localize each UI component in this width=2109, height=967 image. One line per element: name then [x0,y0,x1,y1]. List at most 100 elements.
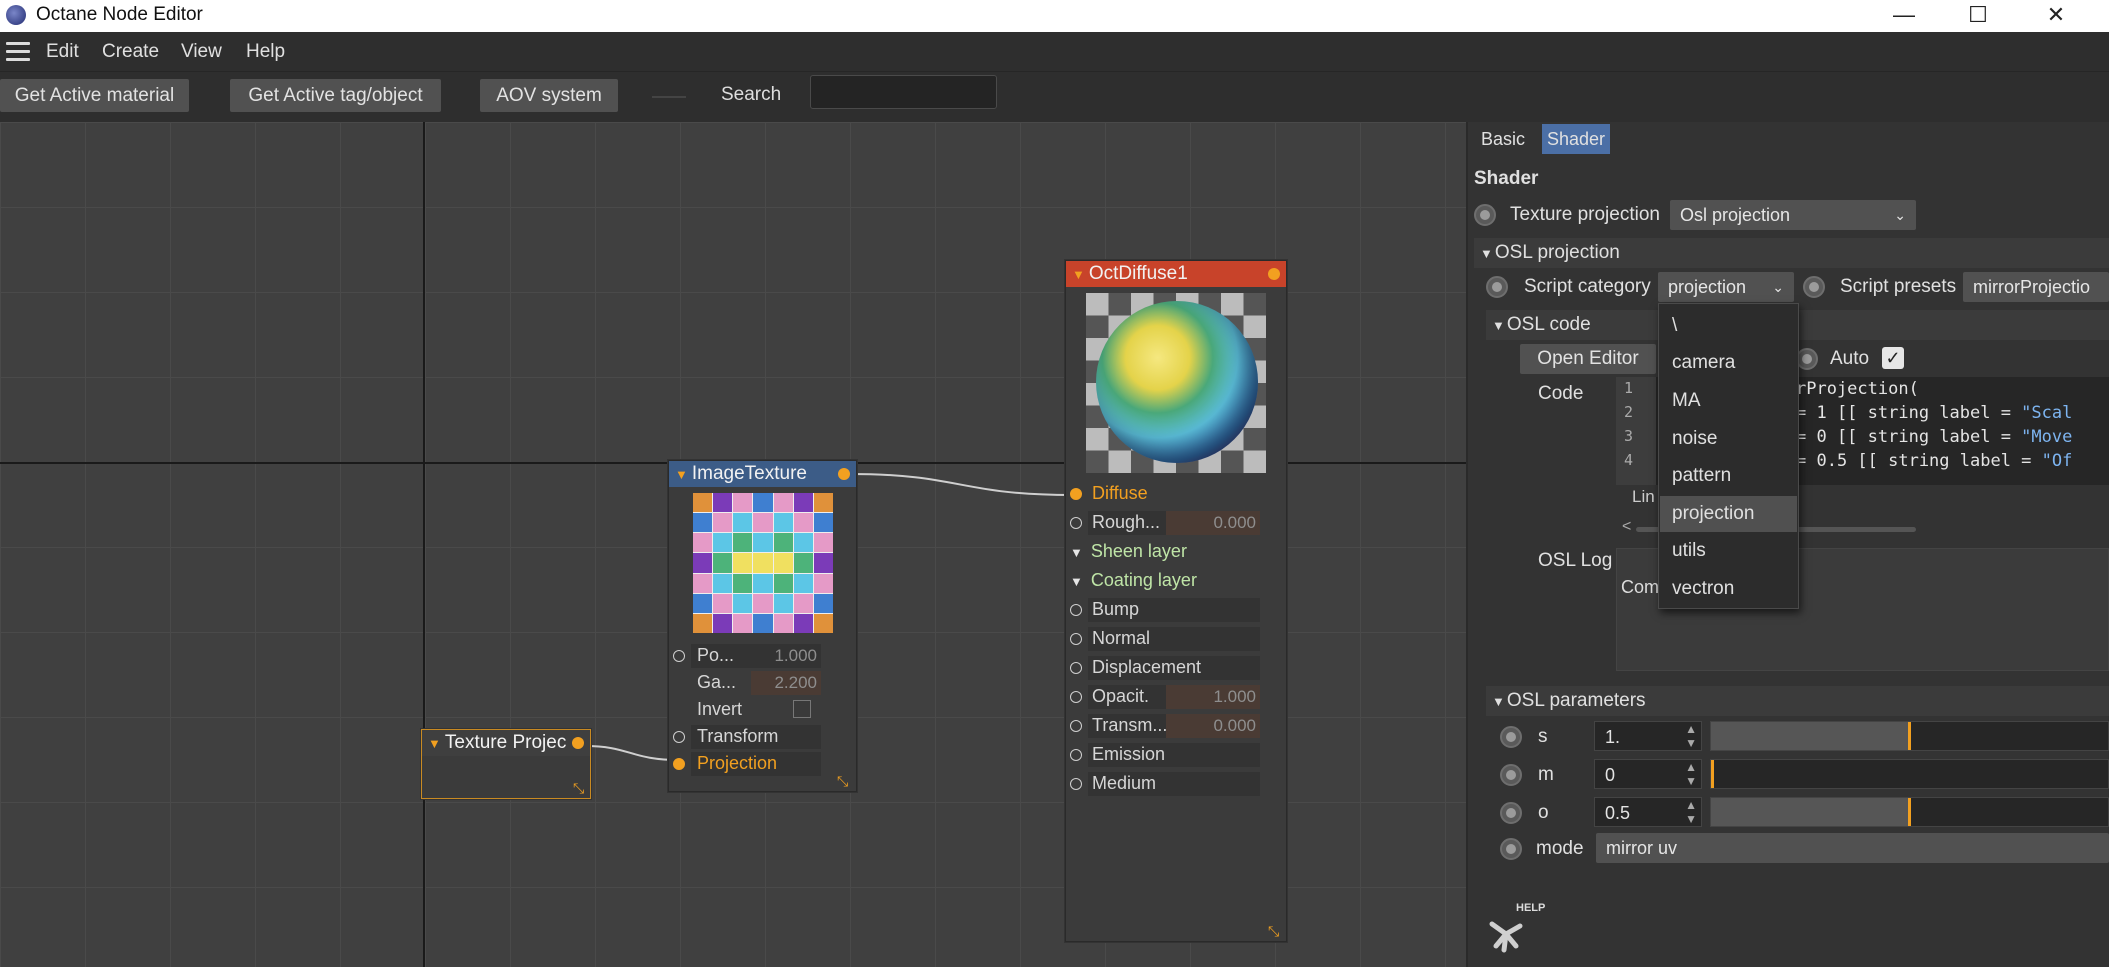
popup-item-ma[interactable]: MA [1660,383,1797,419]
mode-radio[interactable] [1500,838,1522,860]
param-s-slider[interactable] [1710,721,2109,751]
scroll-left-icon[interactable]: < [1622,518,1631,536]
node-resize-icon[interactable]: ⤡ [837,774,851,788]
projection-port[interactable] [673,758,685,770]
collapse-triangle-icon[interactable]: ▼ [1072,267,1085,282]
power-value[interactable]: 1.000 [751,644,821,668]
image-texture-node-title: ImageTexture [691,463,807,484]
osl-projection-section[interactable]: ▼ OSL projection [1474,238,2109,268]
get-active-tag-button[interactable]: Get Active tag/object [230,79,441,112]
osl-parameters-section[interactable]: ▼ OSL parameters [1486,686,2109,716]
tab-basic[interactable]: Basic [1474,124,1532,154]
octdiffuse-output-port[interactable] [1268,268,1280,280]
help-label: HELP [1516,902,1546,914]
node-resize-icon[interactable]: ⤡ [573,781,587,795]
transmission-value[interactable]: 0.000 [1166,714,1260,738]
node-canvas[interactable]: ▼ Texture Projec ⤡ ▼ ImageTexture Po... 1.… [0,122,1466,967]
collapse-triangle-icon[interactable]: ▼ [428,736,441,751]
popup-item-vectron[interactable]: vectron [1660,571,1797,607]
gamma-value[interactable]: 2.200 [751,671,821,695]
get-active-material-button[interactable]: Get Active material [0,79,189,112]
slider-knob[interactable] [1711,760,1714,788]
mode-dropdown[interactable]: mirror uv [1596,833,2109,863]
popup-item-pattern[interactable]: pattern [1660,458,1797,494]
aov-system-button[interactable]: AOV system [480,79,618,112]
node-resize-icon[interactable]: ⤡ [1268,924,1282,938]
displacement-port[interactable] [1070,662,1082,674]
octdiffuse-node[interactable]: ▼ OctDiffuse1 Diffuse Rough... 0.000 ▼ She… [1065,260,1287,942]
menu-create[interactable]: Create [102,41,159,63]
opacity-value[interactable]: 1.000 [1166,685,1260,709]
image-texture-node-header[interactable]: ▼ ImageTexture [669,461,856,487]
power-port[interactable] [673,650,685,662]
texture-projection-dropdown[interactable]: Osl projection ⌄ [1670,200,1916,230]
image-texture-thumbnail [693,493,833,633]
popup-item-projection[interactable]: projection [1660,496,1797,532]
auto-checkbox[interactable]: ✓ [1882,347,1904,369]
collapse-triangle-icon[interactable]: ▼ [675,467,688,482]
script-presets-dropdown[interactable]: mirrorProjectio [1963,272,2109,302]
hamburger-menu-icon[interactable] [6,42,30,62]
preview-sphere [1096,301,1258,463]
help-logo-icon[interactable]: HELP [1482,902,1545,962]
code-line-2: = 1 [[ string label = "Scal [1796,403,2072,423]
param-m-input[interactable]: 0 ▲ ▼ [1594,759,1702,789]
popup-item-utils[interactable]: utils [1660,533,1797,569]
script-category-popup[interactable]: \ camera MA noise pattern projection uti… [1658,303,1799,609]
minimize-button[interactable]: — [1874,0,1934,32]
roughness-value[interactable]: 0.000 [1166,511,1260,535]
spinner-icon[interactable]: ▲ ▼ [1685,798,1697,826]
slider-knob[interactable] [1908,722,1911,750]
open-editor-button[interactable]: Open Editor [1520,344,1656,374]
popup-item-backslash[interactable]: \ [1660,308,1797,344]
param-o-radio[interactable] [1500,802,1522,824]
roughness-port[interactable] [1070,517,1082,529]
diffuse-port[interactable] [1070,488,1082,500]
medium-port[interactable] [1070,778,1082,790]
menu-view[interactable]: View [181,41,222,63]
script-presets-radio[interactable] [1803,276,1825,298]
script-category-radio[interactable] [1486,276,1508,298]
popup-item-noise[interactable]: noise [1660,421,1797,457]
param-o-label: o [1538,802,1549,823]
invert-checkbox[interactable] [793,700,811,718]
emission-port[interactable] [1070,749,1082,761]
param-m-slider[interactable] [1710,759,2109,789]
code-text: = 0.5 [[ string label = [1796,451,2042,471]
script-category-dropdown[interactable]: projection ⌄ [1658,272,1794,302]
line-number: 3 [1624,427,1634,445]
octdiffuse-node-header[interactable]: ▼ OctDiffuse1 [1066,261,1286,287]
invert-pin-label: Invert [697,699,743,719]
roughness-pin-label: Rough... [1092,512,1161,532]
param-s-input[interactable]: 1. ▲ ▼ [1594,721,1702,751]
menu-help[interactable]: Help [246,41,285,63]
param-s-radio[interactable] [1500,726,1522,748]
normal-port[interactable] [1070,633,1082,645]
texture-projection-node[interactable]: ▼ Texture Projec ⤡ [421,729,591,799]
spinner-icon[interactable]: ▲ ▼ [1685,760,1697,788]
transform-port[interactable] [673,731,685,743]
maximize-button[interactable]: ☐ [1948,0,2008,32]
image-texture-output-port[interactable] [838,468,850,480]
param-o-slider[interactable] [1710,797,2109,827]
tab-shader[interactable]: Shader [1542,124,1610,154]
spinner-icon[interactable]: ▲ ▼ [1685,722,1697,750]
search-input[interactable] [810,75,997,109]
slider-knob[interactable] [1908,798,1911,826]
image-texture-node[interactable]: ▼ ImageTexture Po... 1.000 Ga... 2.200 In… [668,460,857,792]
auto-radio[interactable] [1796,348,1818,370]
close-button[interactable]: ✕ [2026,0,2086,32]
coating-layer-pin-label[interactable]: ▼ Coating layer [1070,570,1197,591]
bump-port[interactable] [1070,604,1082,616]
param-o-input[interactable]: 0.5 ▲ ▼ [1594,797,1702,827]
texture-projection-radio[interactable] [1474,204,1496,226]
texture-projection-output-port[interactable] [572,737,584,749]
menu-edit[interactable]: Edit [46,41,79,63]
popup-item-camera[interactable]: camera [1660,345,1797,381]
opacity-port[interactable] [1070,691,1082,703]
transmission-port[interactable] [1070,720,1082,732]
param-m-radio[interactable] [1500,764,1522,786]
sheen-layer-pin-label[interactable]: ▼ Sheen layer [1070,541,1187,562]
code-label: Code [1538,383,1584,404]
texture-projection-node-header[interactable]: ▼ Texture Projec [422,730,590,756]
